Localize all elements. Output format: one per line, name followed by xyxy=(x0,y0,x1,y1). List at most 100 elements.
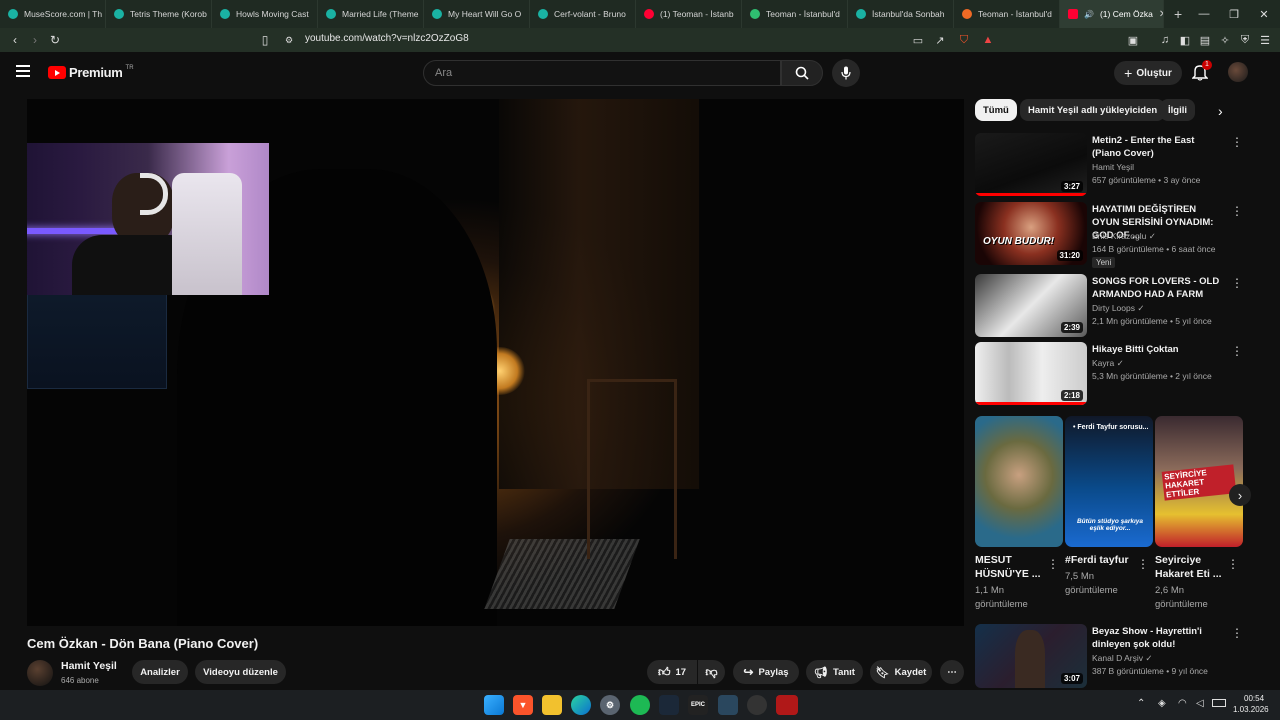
spotify-icon[interactable] xyxy=(630,695,650,715)
region-code: TR xyxy=(125,64,134,71)
battery-icon[interactable] xyxy=(1212,699,1226,707)
file-explorer-icon[interactable] xyxy=(542,695,562,715)
search-icon xyxy=(795,66,809,80)
windows-start-icon[interactable] xyxy=(484,695,504,715)
browser-tab[interactable]: Teoman - İstanbul'd xyxy=(954,0,1060,28)
steam-icon[interactable] xyxy=(659,695,679,715)
browser-tab[interactable]: İstanbul'da Sonbah xyxy=(848,0,954,28)
chip-related[interactable]: İlgili xyxy=(1160,99,1195,121)
edit-video-button[interactable]: Videoyu düzenle xyxy=(195,660,286,684)
short-title[interactable]: #Ferdi tayfur xyxy=(1065,553,1135,567)
music-icon[interactable]: ♫ xyxy=(1157,32,1173,48)
list-item[interactable]: 2:39 SONGS FOR LOVERS - OLD ARMANDO HAD A… xyxy=(975,274,1255,338)
video-player[interactable] xyxy=(27,99,964,626)
epic-games-icon[interactable]: EPIC xyxy=(688,695,708,715)
list-item[interactable]: 3:07 Beyaz Show - Hayrettin'i dinleyen ş… xyxy=(975,624,1255,688)
steam-alt-icon[interactable] xyxy=(718,695,738,715)
browser-tab[interactable]: Married Life (Theme xyxy=(318,0,424,28)
bookmark-icon[interactable]: ▯ xyxy=(257,32,273,48)
list-item[interactable]: OYUN BUDUR! 31:20 HAYATIMI DEĞİŞTİREN OYUN… xyxy=(975,202,1255,268)
save-button[interactable]: 🔖︎ Kaydet xyxy=(870,660,932,684)
site-info-icon[interactable]: ⚙ xyxy=(283,32,295,48)
settings-icon[interactable]: ⚙ xyxy=(600,695,620,715)
channel-name-main[interactable]: Hamit Yeşil xyxy=(61,660,117,672)
tab-favicon-icon xyxy=(962,9,972,19)
browser-tab[interactable]: Teoman - İstanbul'd xyxy=(742,0,848,28)
search-button[interactable] xyxy=(781,60,823,86)
tray-app-icon[interactable]: ◈ xyxy=(1158,698,1166,709)
create-button[interactable]: + Oluştur xyxy=(1114,61,1182,85)
back-icon[interactable]: ‹ xyxy=(7,32,23,48)
clock-time[interactable]: 00:54 xyxy=(1244,694,1264,703)
close-window-button[interactable]: ✕ xyxy=(1248,0,1280,28)
wallet-icon[interactable]: ▤ xyxy=(1197,32,1213,48)
browser-tab[interactable]: Tetris Theme (Korob xyxy=(106,0,212,28)
youtube-logo[interactable]: Premium TR xyxy=(48,65,134,80)
game-app-icon[interactable] xyxy=(776,695,798,715)
more-options-icon[interactable]: ⋮ xyxy=(1137,557,1149,571)
analytics-button[interactable]: Analizler xyxy=(132,660,188,684)
more-options-icon[interactable]: ⋮ xyxy=(1231,626,1243,640)
hamburger-menu-icon[interactable] xyxy=(16,65,30,77)
gaming-chair xyxy=(172,173,242,295)
like-button[interactable]: 👍︎ 17 xyxy=(647,660,697,684)
avatar[interactable] xyxy=(1228,62,1248,82)
short-thumbnail[interactable]: • Ferdi Tayfur sorusu... Bütün stüdyo şar… xyxy=(1065,416,1153,547)
menu-icon[interactable]: ☰ xyxy=(1257,32,1273,48)
chips-next-icon[interactable]: › xyxy=(1218,103,1223,119)
tab-label: My Heart Will Go O xyxy=(448,9,522,19)
browser-tab[interactable]: MuseScore.com | Th xyxy=(0,0,106,28)
brave-icon[interactable]: ▼ xyxy=(513,695,533,715)
leo-icon[interactable]: ✧ xyxy=(1217,32,1233,48)
clock-date[interactable]: 1.03.2026 xyxy=(1233,705,1269,714)
new-badge: Yeni xyxy=(1092,257,1116,268)
short-thumbnail[interactable]: SEYİRCİYE HAKARET ETTİLER xyxy=(1155,416,1243,547)
more-options-icon[interactable]: ⋮ xyxy=(1231,276,1243,290)
rewards-icon[interactable]: ▲ xyxy=(980,32,996,48)
edge-icon[interactable] xyxy=(571,695,591,715)
cast-icon[interactable]: ▭ xyxy=(910,32,926,48)
promote-button[interactable]: 📢︎ Tanıt xyxy=(806,660,863,684)
vpn-icon[interactable]: ⛨ xyxy=(1237,32,1253,48)
wifi-icon[interactable]: ◠ xyxy=(1178,698,1187,709)
notifications-button[interactable]: 1 xyxy=(1191,60,1212,81)
browser-tab[interactable]: (1) Teoman - İstanb xyxy=(636,0,742,28)
minimize-button[interactable]: — xyxy=(1188,0,1220,28)
chip-from-uploader[interactable]: Hamit Yeşil adlı yükleyiciden xyxy=(1020,99,1166,121)
brave-shield-icon[interactable]: ⛉ xyxy=(956,32,972,48)
more-actions-button[interactable]: ⋯ xyxy=(940,660,964,684)
address-bar: ‹ › ↻ ▯ ⚙ youtube.com/watch?v=nlzc2OzZoG… xyxy=(0,28,1280,52)
shorts-next-button[interactable]: › xyxy=(1229,484,1251,506)
more-options-icon[interactable]: ⋮ xyxy=(1231,344,1243,358)
list-item[interactable]: 2:18 Hikaye Bitti Çoktan Kayra ✓ 5,3 Mn gör… xyxy=(975,342,1255,406)
short-title[interactable]: MESUT HÜSNÜ'YE ... xyxy=(975,553,1045,581)
tab-active[interactable]: 🔊 (1) Cem Özka ✕ xyxy=(1060,0,1164,28)
voice-search-button[interactable] xyxy=(832,59,860,87)
dislike-button[interactable]: 👎︎ xyxy=(698,660,725,684)
browser-tab[interactable]: Cerf-volant - Bruno xyxy=(530,0,636,28)
clock-app-icon[interactable] xyxy=(747,695,767,715)
chip-all[interactable]: Tümü xyxy=(975,99,1017,121)
browser-tab[interactable]: My Heart Will Go O xyxy=(424,0,530,28)
maximize-button[interactable]: ❐ xyxy=(1218,0,1250,28)
list-item[interactable]: 3:27 Metin2 - Enter the East (Piano Cover… xyxy=(975,133,1255,197)
more-options-icon[interactable]: ⋮ xyxy=(1047,557,1059,571)
volume-icon[interactable]: ◁ xyxy=(1196,698,1204,709)
short-thumbnail[interactable] xyxy=(975,416,1063,547)
short-title[interactable]: Seyirciye Hakaret Eti ... xyxy=(1155,553,1225,581)
browser-tab[interactable]: Howls Moving Cast xyxy=(212,0,318,28)
forward-icon[interactable]: › xyxy=(27,32,43,48)
search-input[interactable]: Ara xyxy=(423,60,781,86)
reload-icon[interactable]: ↻ xyxy=(47,32,63,48)
url-field[interactable]: youtube.com/watch?v=nlzc2OzZoG8 xyxy=(305,33,469,44)
channel-avatar[interactable] xyxy=(27,660,53,686)
more-options-icon[interactable]: ⋮ xyxy=(1231,204,1243,218)
more-options-icon[interactable]: ⋮ xyxy=(1231,135,1243,149)
tray-chevron-icon[interactable]: ⌃ xyxy=(1137,698,1145,709)
share-icon[interactable]: ↗ xyxy=(932,32,948,48)
panel-icon[interactable]: ◧ xyxy=(1177,32,1193,48)
share-button[interactable]: ↪ Paylaş xyxy=(733,660,799,684)
sidebar-icon[interactable]: ▣ xyxy=(1125,32,1141,48)
more-options-icon[interactable]: ⋮ xyxy=(1227,557,1239,571)
speaker-icon: 🔊 xyxy=(1084,9,1094,19)
